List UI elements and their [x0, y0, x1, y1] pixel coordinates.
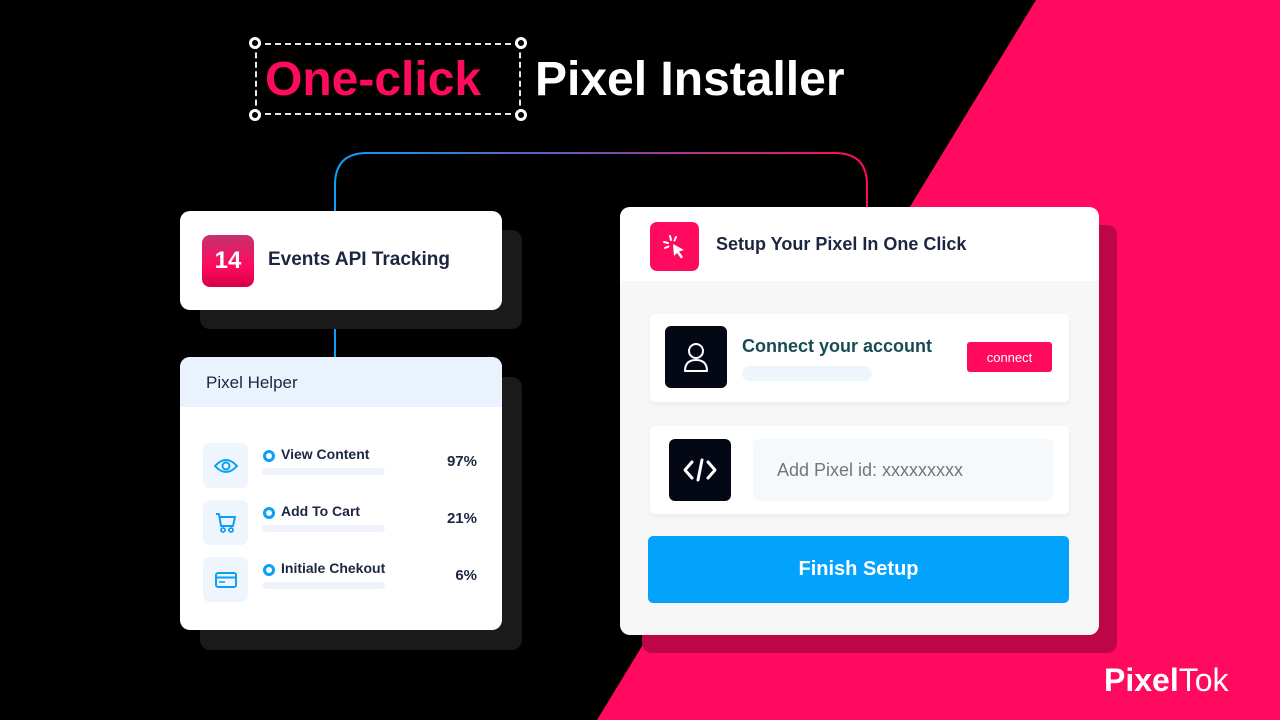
logo-bold: Pixel	[1104, 662, 1179, 698]
connect-account-section: Connect your account connect	[650, 314, 1069, 402]
selection-handle	[515, 37, 527, 49]
pixel-helper-card: Pixel Helper View Content 97% Add To Car…	[180, 357, 502, 630]
pixel-id-section	[650, 426, 1069, 514]
setup-card-header: Setup Your Pixel In One Click	[620, 207, 1099, 281]
selection-handle	[515, 109, 527, 121]
event-label: Initiale Chekout	[281, 560, 386, 576]
eye-icon	[203, 443, 248, 488]
event-progress-bar	[262, 582, 385, 589]
status-dot	[263, 450, 275, 462]
cursor-click-icon	[650, 222, 699, 271]
event-percent: 21%	[446, 510, 477, 527]
pixel-helper-title: Pixel Helper	[206, 373, 298, 392]
selection-handle	[249, 109, 261, 121]
status-dot	[263, 507, 275, 519]
user-icon	[665, 326, 727, 388]
connect-account-label: Connect your account	[742, 336, 933, 356]
event-label: Add To Cart	[281, 503, 361, 519]
selection-handle	[249, 37, 261, 49]
event-row: Initiale Chekout 6%	[203, 557, 493, 602]
events-count-badge: 14	[202, 235, 254, 287]
headline-text: Pixel Installer	[535, 53, 845, 106]
event-label: View Content	[281, 446, 370, 462]
credit-card-icon	[203, 557, 248, 602]
cart-icon	[203, 500, 248, 545]
events-label: Events API Tracking	[268, 249, 450, 270]
connect-progress-bar	[742, 366, 872, 381]
setup-pixel-card: Setup Your Pixel In One Click Connect yo…	[620, 207, 1099, 635]
pixel-helper-header: Pixel Helper	[180, 357, 502, 407]
setup-card-title: Setup Your Pixel In One Click	[716, 234, 967, 254]
connect-button[interactable]: connect	[967, 342, 1052, 372]
event-row: Add To Cart 21%	[203, 500, 493, 545]
event-progress-bar	[262, 468, 385, 475]
headline-highlight: One-click	[265, 53, 482, 106]
events-tracking-card: 14 Events API Tracking	[180, 211, 502, 310]
pixel-id-input[interactable]	[753, 439, 1053, 501]
status-dot	[263, 564, 275, 576]
pixeltok-logo: PixelTok	[1104, 660, 1229, 700]
event-row: View Content 97%	[203, 443, 493, 488]
event-progress-bar	[262, 525, 385, 532]
event-percent: 6%	[455, 567, 477, 584]
event-percent: 97%	[446, 453, 477, 470]
logo-light: Tok	[1178, 662, 1229, 698]
code-icon	[669, 439, 731, 501]
finish-setup-button[interactable]: Finish Setup	[648, 536, 1069, 603]
